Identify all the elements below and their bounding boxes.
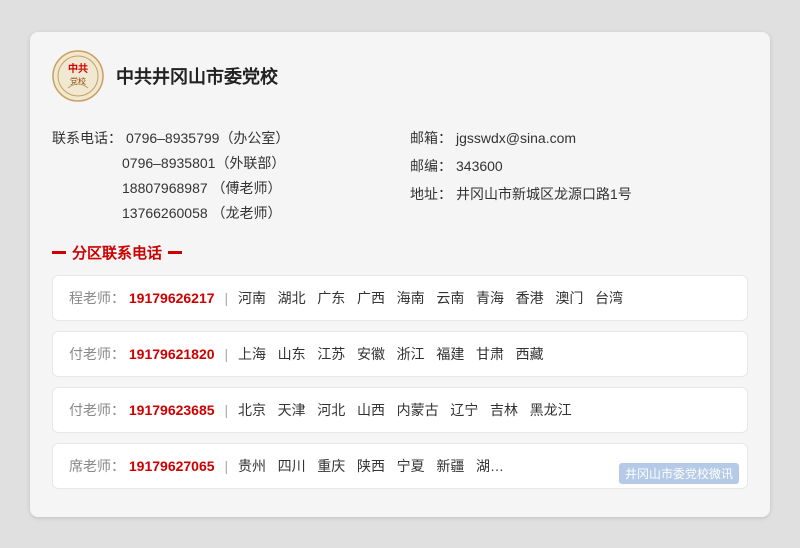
- teacher-name-0: 程老师：: [69, 290, 125, 306]
- postcode-value: 343600: [456, 158, 503, 174]
- phone-label: 联系电话：: [52, 128, 122, 148]
- divider-left: [52, 251, 66, 254]
- regions-3: 贵州 四川 重庆 陕西 宁夏 新疆 湖…: [238, 458, 504, 474]
- section-divider: 分区联系电话: [52, 242, 748, 263]
- regions-0: 河南 湖北 广东 广西 海南 云南 青海 香港 澳门 台湾: [238, 290, 623, 306]
- region-block-3: 席老师： 19179627065 | 贵州 四川 重庆 陕西 宁夏 新疆 湖… …: [52, 443, 748, 489]
- contact-grid: 联系电话： 0796–8935799（办公室） 0796–8935801（外联部…: [52, 128, 748, 228]
- email-value: jgsswdx@sina.com: [456, 130, 576, 146]
- teacher-phone-2: 19179623685: [129, 402, 215, 418]
- regions-1: 上海 山东 江苏 安徽 浙江 福建 甘肃 西藏: [238, 346, 544, 362]
- divider-right: [168, 251, 182, 254]
- phone-row-2: 0796–8935801（外联部）: [52, 153, 390, 173]
- email-row: 邮箱： jgsswdx@sina.com: [410, 128, 748, 148]
- teacher-phone-0: 19179626217: [129, 290, 215, 306]
- separator-0: |: [224, 290, 232, 306]
- phone4: 13766260058 （龙老师）: [122, 203, 282, 223]
- phone3: 18807968987 （傅老师）: [122, 178, 282, 198]
- region-block-2: 付老师： 19179623685 | 北京 天津 河北 山西 内蒙古 辽宁 吉林…: [52, 387, 748, 433]
- postcode-label: 邮编：: [410, 156, 452, 176]
- phone-row-3: 18807968987 （傅老师）: [52, 178, 390, 198]
- region-list: 程老师： 19179626217 | 河南 湖北 广东 广西 海南 云南 青海 …: [52, 275, 748, 489]
- phone-row-1: 联系电话： 0796–8935799（办公室）: [52, 128, 390, 148]
- address-row: 地址： 井冈山市新城区龙源口路1号: [410, 184, 748, 204]
- address-label: 地址：: [410, 184, 452, 204]
- teacher-name-1: 付老师：: [69, 346, 125, 362]
- teacher-phone-1: 19179621820: [129, 346, 215, 362]
- main-card: 中共 党校 中共井冈山市委党校 联系电话： 0796–8935799（办公室） …: [30, 32, 770, 517]
- region-block-1: 付老师： 19179621820 | 上海 山东 江苏 安徽 浙江 福建 甘肃 …: [52, 331, 748, 377]
- org-name: 中共井冈山市委党校: [116, 63, 278, 89]
- separator-2: |: [224, 402, 232, 418]
- region-block-0: 程老师： 19179626217 | 河南 湖北 广东 广西 海南 云南 青海 …: [52, 275, 748, 321]
- phone2: 0796–8935801（外联部）: [122, 153, 285, 173]
- header: 中共 党校 中共井冈山市委党校: [52, 50, 748, 112]
- address-value: 井冈山市新城区龙源口路1号: [456, 184, 632, 204]
- section-title: 分区联系电话: [72, 242, 162, 263]
- postcode-row: 邮编： 343600: [410, 156, 748, 176]
- phone-row-4: 13766260058 （龙老师）: [52, 203, 390, 223]
- teacher-name-2: 付老师：: [69, 402, 125, 418]
- teacher-name-3: 席老师：: [69, 458, 125, 474]
- regions-2: 北京 天津 河北 山西 内蒙古 辽宁 吉林 黑龙江: [238, 402, 572, 418]
- separator-3: |: [224, 458, 232, 474]
- phone1: 0796–8935799（办公室）: [126, 128, 289, 148]
- separator-1: |: [224, 346, 232, 362]
- teacher-phone-3: 19179627065: [129, 458, 215, 474]
- contact-left: 联系电话： 0796–8935799（办公室） 0796–8935801（外联部…: [52, 128, 390, 228]
- watermark: 井冈山市委党校微讯: [619, 463, 739, 484]
- email-label: 邮箱：: [410, 128, 452, 148]
- org-logo: 中共 党校: [52, 50, 104, 102]
- contact-right: 邮箱： jgsswdx@sina.com 邮编： 343600 地址： 井冈山市…: [410, 128, 748, 228]
- svg-text:中共: 中共: [68, 62, 88, 75]
